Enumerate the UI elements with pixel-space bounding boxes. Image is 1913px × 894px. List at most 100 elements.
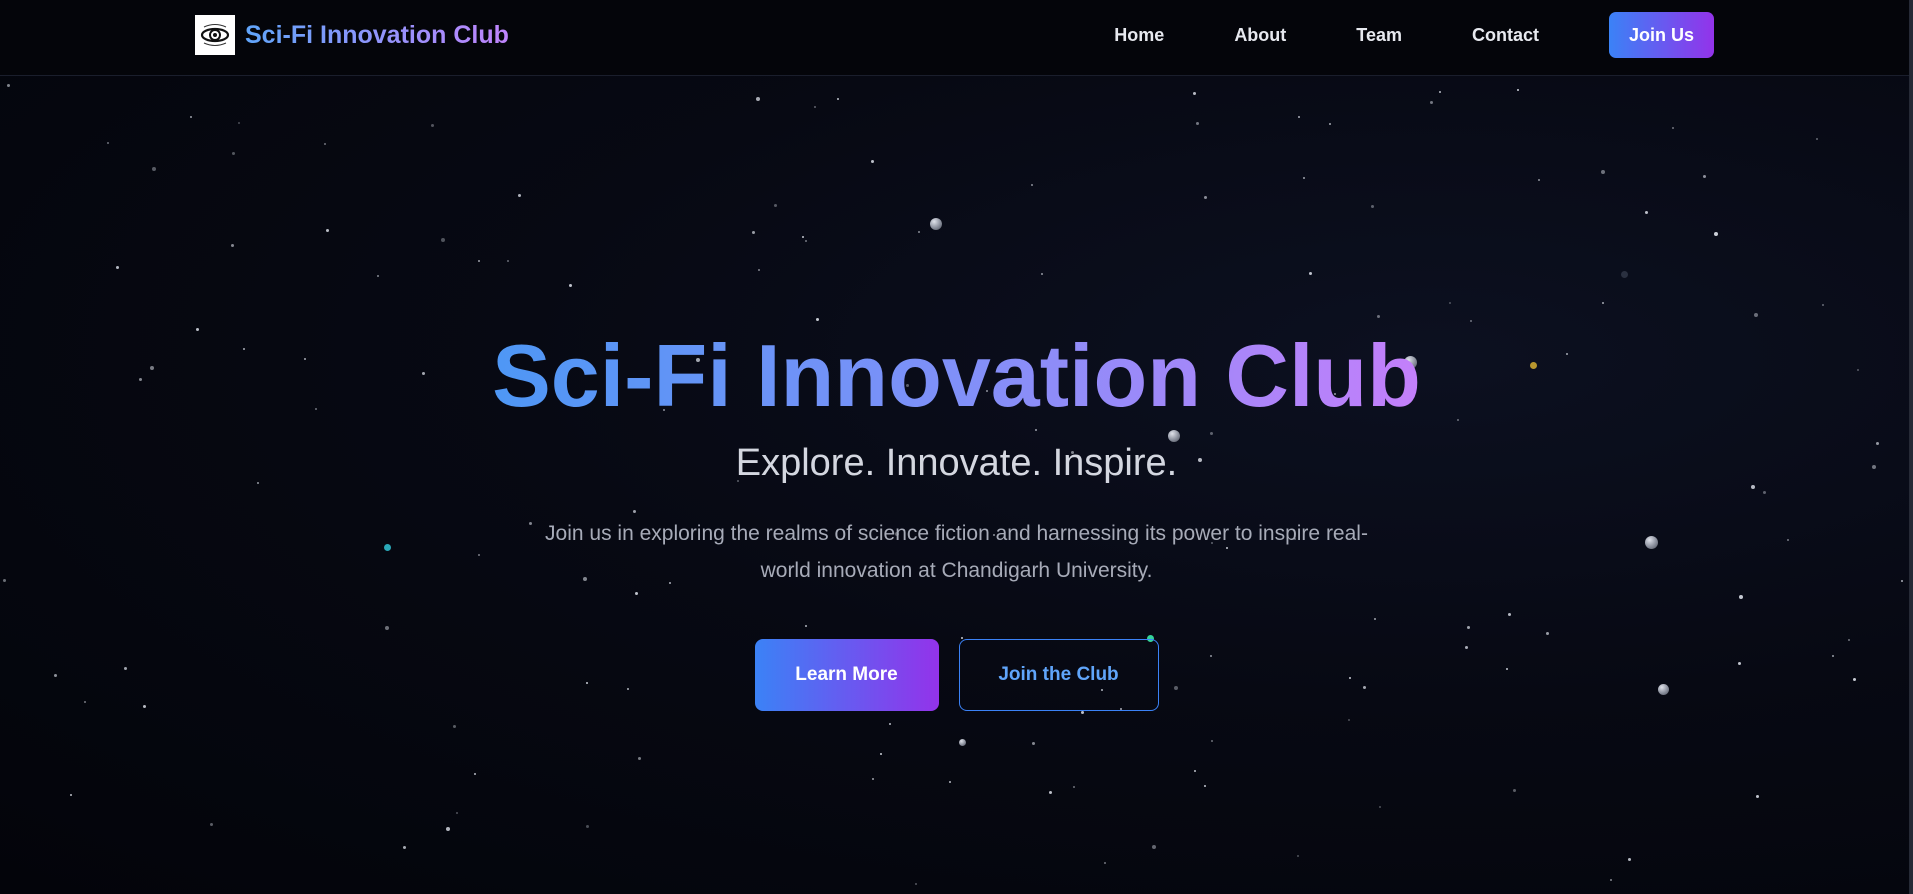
star-dot bbox=[1329, 123, 1331, 125]
star-dot bbox=[474, 773, 476, 775]
star-dot bbox=[872, 778, 874, 780]
star-dot bbox=[1439, 91, 1441, 93]
star-dot bbox=[915, 883, 917, 885]
star-dot bbox=[232, 152, 235, 155]
star-dot bbox=[1371, 205, 1374, 208]
star-dot bbox=[1703, 175, 1706, 178]
eye-ring-logo-icon bbox=[195, 15, 235, 55]
star-dot bbox=[1645, 211, 1648, 214]
star-dot bbox=[774, 204, 777, 207]
star-dot bbox=[231, 244, 234, 247]
star-dot bbox=[1449, 302, 1451, 304]
star-dot bbox=[1601, 170, 1605, 174]
star-dot bbox=[1031, 184, 1033, 186]
star-dot bbox=[949, 781, 951, 783]
star-dot bbox=[1517, 89, 1519, 91]
star-dot bbox=[403, 846, 406, 849]
star-dot bbox=[1297, 855, 1299, 857]
star-dot bbox=[1756, 795, 1759, 798]
nav-link-home[interactable]: Home bbox=[1114, 25, 1164, 46]
star-dot bbox=[70, 794, 72, 796]
star-dot bbox=[1348, 719, 1350, 721]
star-dot bbox=[918, 231, 920, 233]
nav-links: Home About Team Contact Join Us bbox=[1114, 12, 1714, 58]
star-dot bbox=[638, 757, 641, 760]
star-dot bbox=[1193, 92, 1196, 95]
star-dot bbox=[116, 266, 119, 269]
star-dot bbox=[1714, 232, 1718, 236]
planet-orb bbox=[930, 218, 942, 230]
page: Sci-Fi Innovation Club Home About Team C… bbox=[0, 0, 1913, 894]
brand-name: Sci-Fi Innovation Club bbox=[245, 20, 509, 49]
star-dot bbox=[446, 827, 450, 831]
star-dot bbox=[326, 229, 329, 232]
star-dot bbox=[871, 160, 874, 163]
star-dot bbox=[586, 825, 589, 828]
star-dot bbox=[756, 97, 760, 101]
star-dot bbox=[1104, 862, 1106, 864]
star-dot bbox=[1672, 127, 1674, 129]
nav-link-team[interactable]: Team bbox=[1356, 25, 1402, 46]
star-dot bbox=[802, 236, 804, 238]
star-dot bbox=[569, 284, 572, 287]
star-dot bbox=[1602, 302, 1604, 304]
star-dot bbox=[152, 167, 156, 171]
star-dot bbox=[1513, 789, 1516, 792]
star-dot bbox=[837, 98, 839, 100]
star-dot bbox=[1430, 101, 1433, 104]
star-dot bbox=[1204, 196, 1207, 199]
star-dot bbox=[1073, 786, 1075, 788]
star-dot bbox=[758, 269, 760, 271]
star-dot bbox=[1032, 742, 1035, 745]
star-dot bbox=[1822, 304, 1824, 306]
star-dot bbox=[1081, 711, 1084, 714]
star-dot bbox=[7, 84, 10, 87]
join-us-button[interactable]: Join Us bbox=[1608, 12, 1714, 58]
hero-buttons: Learn More Join the Club bbox=[0, 639, 1913, 711]
brand[interactable]: Sci-Fi Innovation Club bbox=[195, 15, 509, 55]
star-dot bbox=[1628, 858, 1631, 861]
star-dot bbox=[507, 260, 509, 262]
star-dot bbox=[441, 238, 445, 242]
scrollbar[interactable] bbox=[1909, 0, 1913, 894]
star-dot bbox=[1298, 116, 1300, 118]
nav-link-contact[interactable]: Contact bbox=[1472, 25, 1539, 46]
star-dot bbox=[1194, 770, 1196, 772]
star-dot bbox=[324, 143, 326, 145]
star-dot bbox=[190, 116, 192, 118]
join-the-club-button[interactable]: Join the Club bbox=[958, 639, 1159, 711]
star-dot bbox=[880, 753, 882, 755]
star-dot bbox=[889, 723, 891, 725]
star-dot bbox=[814, 106, 816, 108]
planet-orb bbox=[959, 739, 966, 746]
navbar: Sci-Fi Innovation Club Home About Team C… bbox=[0, 0, 1913, 76]
star-dot bbox=[1379, 806, 1381, 808]
learn-more-button[interactable]: Learn More bbox=[754, 639, 939, 711]
star-dot bbox=[1211, 740, 1213, 742]
star-dot bbox=[377, 275, 379, 277]
nav-link-about[interactable]: About bbox=[1234, 25, 1286, 46]
star-dot bbox=[1204, 785, 1206, 787]
star-dot bbox=[1610, 879, 1612, 881]
star-dot bbox=[478, 260, 480, 262]
star-dot bbox=[1538, 179, 1540, 181]
star-dot bbox=[1196, 122, 1199, 125]
hero-section: Sci-Fi Innovation Club Explore. Innovate… bbox=[0, 320, 1913, 711]
hero-title: Sci-Fi Innovation Club bbox=[492, 320, 1421, 432]
star-dot bbox=[1816, 138, 1818, 140]
star-dot bbox=[1041, 273, 1043, 275]
colored-star bbox=[1621, 271, 1628, 278]
hero-description: Join us in exploring the realms of scien… bbox=[545, 522, 1368, 582]
star-dot bbox=[210, 823, 213, 826]
star-dot bbox=[1303, 177, 1305, 179]
star-dot bbox=[752, 231, 755, 234]
star-dot bbox=[431, 124, 434, 127]
star-dot bbox=[518, 194, 521, 197]
hero-tagline: Explore. Innovate. Inspire. bbox=[735, 442, 1178, 484]
star-dot bbox=[456, 812, 458, 814]
star-dot bbox=[1377, 315, 1380, 318]
star-dot bbox=[1049, 791, 1052, 794]
star-dot bbox=[238, 122, 240, 124]
star-dot bbox=[107, 142, 109, 144]
star-dot bbox=[1152, 845, 1156, 849]
